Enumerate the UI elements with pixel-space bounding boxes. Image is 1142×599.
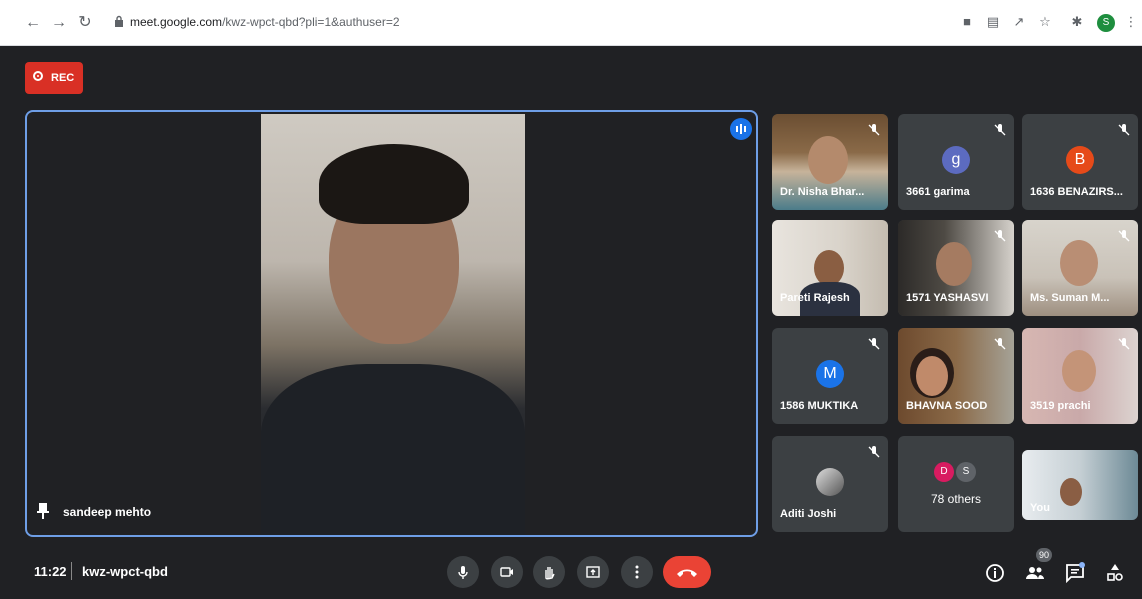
mic-off-icon [868,338,880,350]
participant-name: You [1030,502,1050,514]
leave-call-button[interactable] [663,556,711,588]
participant-name: 1571 YASHASVI [906,292,989,304]
camera-indicator-icon[interactable]: ■ [958,13,976,31]
url-text: meet.google.com/kwz-wpct-qbd?pli=1&authu… [130,15,400,29]
main-speaker-tile[interactable]: sandeep mehto [25,110,758,537]
present-screen-button[interactable] [577,556,609,588]
meeting-controls-bar: 11:22 kwz-wpct-qbd 90 [0,548,1142,599]
more-vert-icon [635,565,639,579]
hang-up-icon [677,569,697,577]
url-host: meet.google.com [130,15,223,29]
recording-label: REC [51,72,75,84]
mic-off-icon [1118,338,1130,350]
camera-icon [500,567,513,577]
meeting-time: 11:22 [34,564,67,579]
participant-name: Pareti Rajesh [780,292,850,304]
share-icon[interactable]: ↗ [1010,13,1028,31]
participant-name: 3661 garima [906,186,970,198]
browser-menu-icon[interactable]: ⋮ [1122,13,1140,31]
participant-name: 1636 BENAZIRS... [1030,186,1123,198]
bookmark-star-icon[interactable]: ☆ [1036,13,1054,31]
activities-icon[interactable] [1104,562,1126,584]
camera-button[interactable] [491,556,523,588]
avatar: S [956,462,976,482]
meeting-info-icon[interactable] [984,562,1006,584]
reload-icon[interactable]: ↻ [76,14,94,32]
microphone-icon [458,566,468,579]
mic-off-icon [1118,230,1130,242]
participant-name: Dr. Nisha Bhar... [780,186,865,198]
avatar: M [816,360,844,388]
record-icon [33,71,43,81]
participant-tile[interactable]: g 3661 garima [898,114,1014,210]
mic-off-icon [994,124,1006,136]
others-count: 78 others [930,492,982,506]
recording-badge: REC [25,62,83,94]
participant-tile[interactable]: Aditi Joshi [772,436,888,532]
participant-tile[interactable]: BHAVNA SOOD [898,328,1014,424]
speaker-video [261,114,525,535]
participant-tile[interactable]: B 1636 BENAZIRS... [1022,114,1138,210]
avatar: D [934,462,954,482]
lock-icon [115,15,123,27]
avatar: B [1066,146,1094,174]
mic-off-icon [1118,124,1130,136]
speaking-indicator-icon [730,118,752,140]
chat-icon[interactable] [1064,562,1086,584]
participant-name: BHAVNA SOOD [906,400,988,412]
avatar: g [942,146,970,174]
url-path: /kwz-wpct-qbd?pli=1&authuser=2 [222,15,400,29]
mic-off-icon [994,338,1006,350]
raise-hand-button[interactable] [533,556,565,588]
meeting-code: kwz-wpct-qbd [82,564,168,579]
participant-name: Ms. Suman M... [1030,292,1110,304]
participant-tile[interactable]: Pareti Rajesh [772,220,888,316]
participant-tile[interactable]: Ms. Suman M... [1022,220,1138,316]
browser-toolbar: ← → ↻ meet.google.com/kwz-wpct-qbd?pli=1… [0,0,1142,46]
translate-icon[interactable]: ▤ [984,13,1002,31]
speaker-name: sandeep mehto [63,505,152,519]
pin-icon[interactable] [37,503,49,519]
mic-off-icon [868,124,880,136]
divider [71,562,72,580]
participant-name: 3519 prachi [1030,400,1091,412]
participant-name: 1586 MUKTIKA [780,400,859,412]
address-bar[interactable]: meet.google.com/kwz-wpct-qbd?pli=1&authu… [106,10,946,36]
people-icon[interactable] [1024,562,1046,584]
hand-icon [545,567,555,580]
others-tile[interactable]: D S 78 others [898,436,1014,532]
mic-off-icon [994,230,1006,242]
participant-tile[interactable]: M 1586 MUKTIKA [772,328,888,424]
present-icon [586,566,600,578]
participant-name: Aditi Joshi [780,508,837,520]
participants-count-badge: 90 [1036,548,1052,562]
avatar [816,468,844,496]
microphone-button[interactable] [447,556,479,588]
more-options-button[interactable] [621,556,653,588]
mic-off-icon [868,446,880,458]
participant-tile[interactable]: Dr. Nisha Bhar... [772,114,888,210]
forward-arrow-icon[interactable]: → [50,14,68,32]
participant-tile[interactable]: 1571 YASHASVI [898,220,1014,316]
extensions-puzzle-icon[interactable]: ✱ [1068,13,1086,31]
profile-avatar[interactable]: S [1097,14,1115,32]
back-arrow-icon[interactable]: ← [24,14,42,32]
participant-tile[interactable]: 3519 prachi [1022,328,1138,424]
self-view-tile[interactable]: You [1022,450,1138,520]
